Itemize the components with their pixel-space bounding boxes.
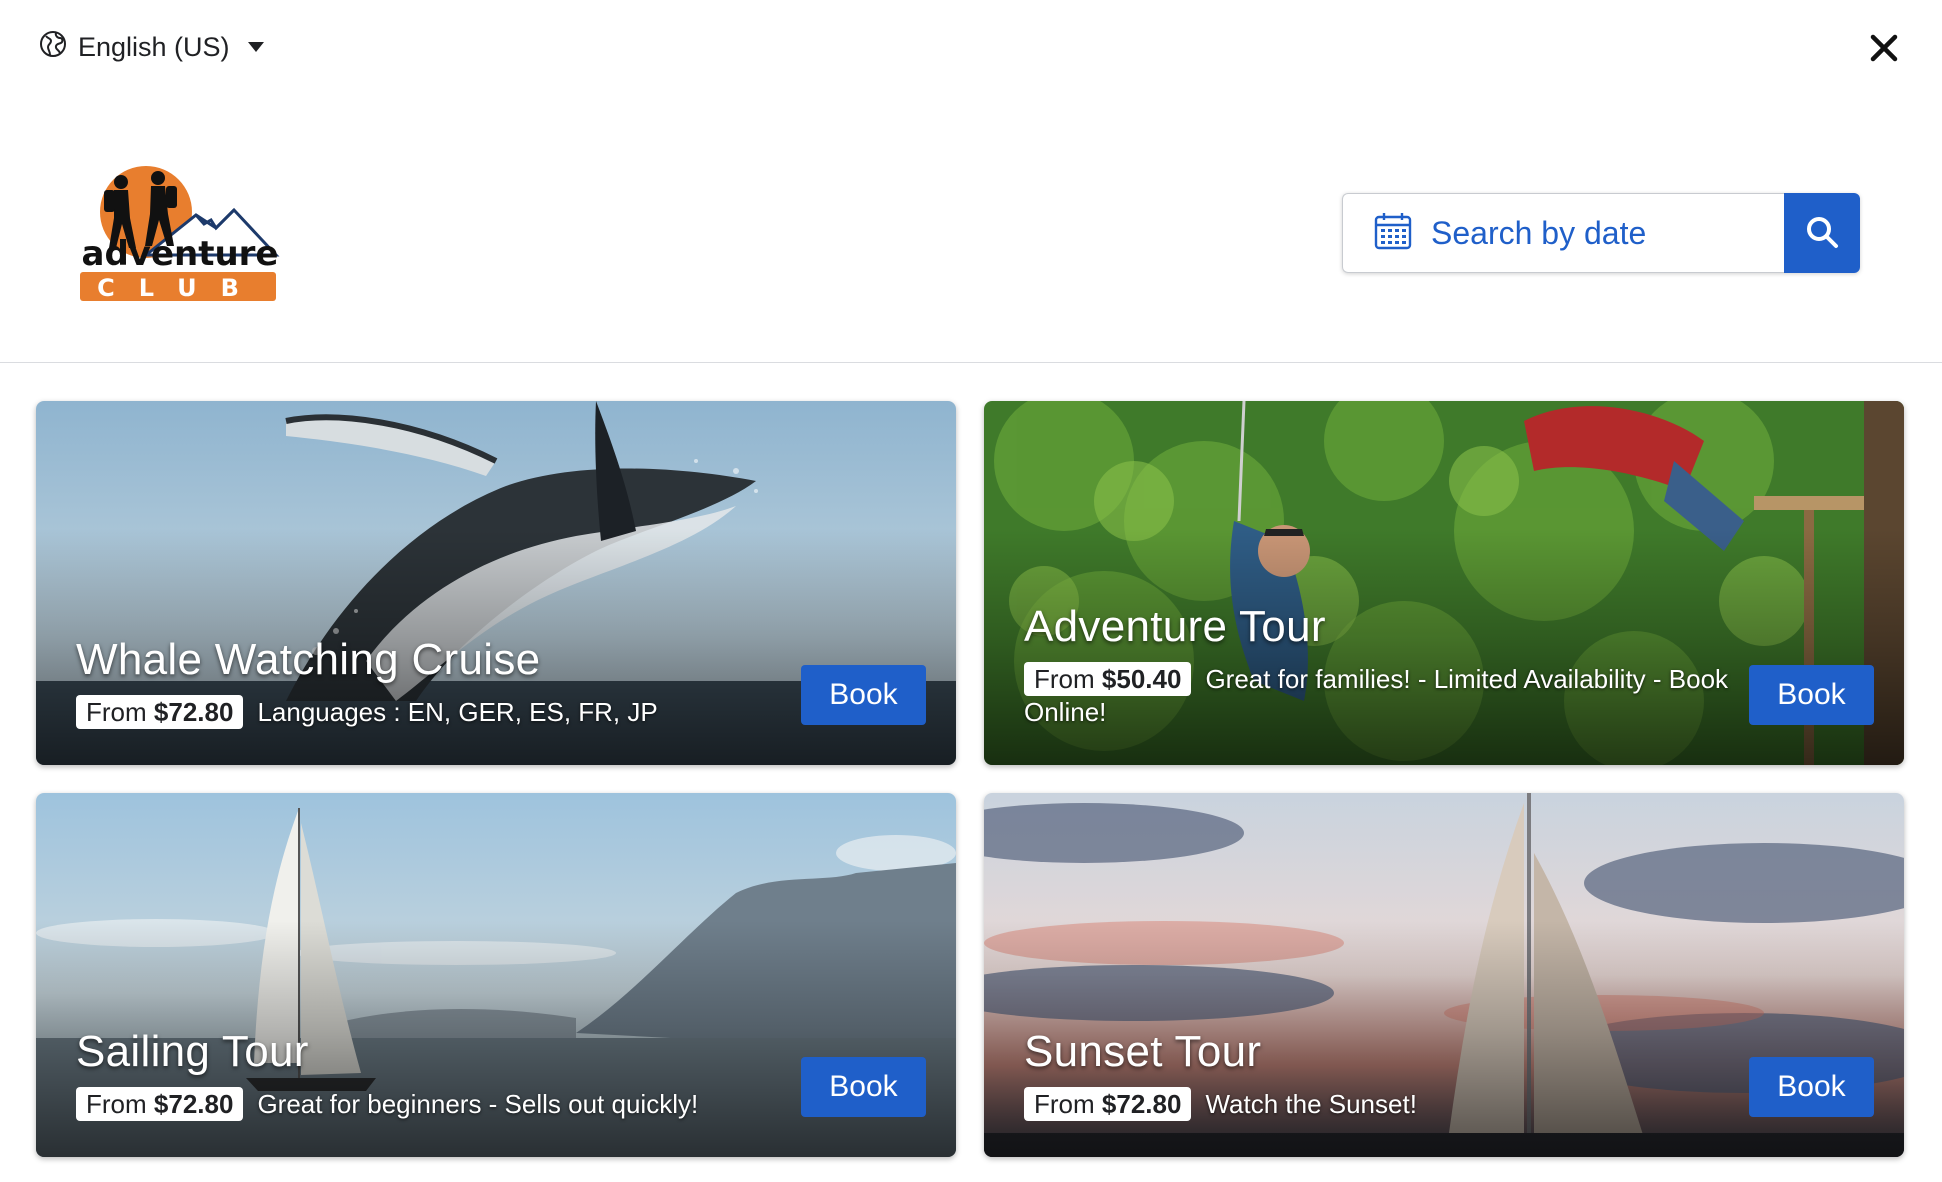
language-selector[interactable]: English (US) xyxy=(38,28,264,66)
tour-info: Adventure Tour From $50.40 Great for fami… xyxy=(1024,602,1744,729)
top-bar: English (US) xyxy=(0,0,1942,95)
tour-title: Adventure Tour xyxy=(1024,602,1326,651)
search-by-date-field[interactable] xyxy=(1342,193,1784,273)
price-badge: From $72.80 xyxy=(76,695,244,729)
price-value: $50.40 xyxy=(1101,664,1182,694)
book-button[interactable]: Book xyxy=(801,1057,926,1117)
price-value: $72.80 xyxy=(153,697,234,727)
tour-meta: From $72.80 Languages : EN, GER, ES, FR, … xyxy=(76,695,796,729)
close-icon[interactable] xyxy=(1864,28,1904,68)
tour-info: Sailing Tour From $72.80 Great for beginn… xyxy=(76,1027,796,1121)
price-from-label: From xyxy=(86,697,147,727)
globe-icon xyxy=(38,29,68,66)
date-search xyxy=(1342,193,1860,273)
adventure-club-logo[interactable]: adventure CLUB xyxy=(76,160,282,303)
price-from-label: From xyxy=(1034,664,1095,694)
tour-title: Whale Watching Cruise xyxy=(76,635,541,684)
tour-info: Sunset Tour From $72.80 Watch the Sunset! xyxy=(1024,1027,1744,1121)
search-date-input[interactable] xyxy=(1431,214,1761,252)
price-badge: From $72.80 xyxy=(76,1087,244,1121)
tour-meta: From $72.80 Watch the Sunset! xyxy=(1024,1087,1744,1121)
tour-meta: From $72.80 Great for beginners - Sells o… xyxy=(76,1087,796,1121)
price-value: $72.80 xyxy=(1101,1089,1182,1119)
tour-meta: From $50.40 Great for families! - Limited… xyxy=(1024,662,1744,729)
price-from-label: From xyxy=(1034,1089,1095,1119)
header: adventure CLUB xyxy=(0,95,1942,363)
calendar-icon xyxy=(1373,211,1413,256)
tour-title: Sailing Tour xyxy=(76,1027,309,1076)
price-badge: From $50.40 xyxy=(1024,662,1192,696)
tour-card-adventure[interactable]: Adventure Tour From $50.40 Great for fami… xyxy=(984,401,1904,765)
tour-description: Languages : EN, GER, ES, FR, JP xyxy=(257,697,658,727)
price-value: $72.80 xyxy=(153,1089,234,1119)
book-button[interactable]: Book xyxy=(1749,1057,1874,1117)
tour-info: Whale Watching Cruise From $72.80 Languag… xyxy=(76,635,796,729)
logo-line2-text: CLUB xyxy=(97,274,263,302)
book-button[interactable]: Book xyxy=(801,665,926,725)
chevron-down-icon xyxy=(247,42,264,52)
book-button[interactable]: Book xyxy=(1749,665,1874,725)
tour-card-sailing[interactable]: Sailing Tour From $72.80 Great for beginn… xyxy=(36,793,956,1157)
logo-line1-text: adventure xyxy=(82,234,279,274)
tour-description: Great for beginners - Sells out quickly! xyxy=(257,1089,699,1119)
search-icon xyxy=(1805,215,1839,252)
price-from-label: From xyxy=(86,1089,147,1119)
tour-description: Watch the Sunset! xyxy=(1205,1089,1417,1119)
tour-card-whale-watching[interactable]: Whale Watching Cruise From $72.80 Languag… xyxy=(36,401,956,765)
tour-title: Sunset Tour xyxy=(1024,1027,1262,1076)
tour-grid: Whale Watching Cruise From $72.80 Languag… xyxy=(36,401,1904,1157)
tour-card-sunset[interactable]: Sunset Tour From $72.80 Watch the Sunset!… xyxy=(984,793,1904,1157)
price-badge: From $72.80 xyxy=(1024,1087,1192,1121)
language-label: English (US) xyxy=(78,31,230,62)
search-button[interactable] xyxy=(1784,193,1860,273)
